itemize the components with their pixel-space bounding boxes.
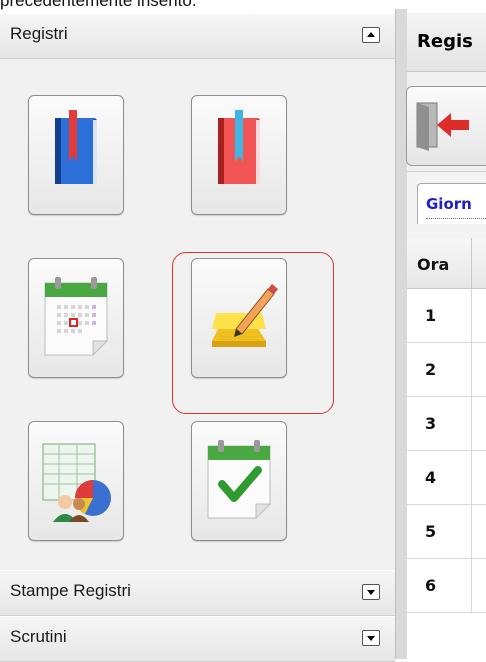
section-stampe-registri-header[interactable]: Stampe Registri xyxy=(0,570,395,616)
registro-classe-button[interactable] xyxy=(28,95,124,215)
table-row[interactable]: 2 xyxy=(407,343,486,397)
section-registri-header[interactable]: Registri xyxy=(0,13,395,59)
tab-bar: Giorn xyxy=(407,172,486,238)
registro-professore-button[interactable] xyxy=(191,95,287,215)
statistiche-button[interactable] xyxy=(28,421,124,541)
row-label: 4 xyxy=(425,468,437,487)
section-scrutini-title: Scrutini xyxy=(10,627,67,646)
tab-giornale-label: Giorn xyxy=(426,195,472,213)
row-label: 2 xyxy=(425,360,437,379)
calendario-button[interactable] xyxy=(28,258,124,378)
section-scrutini-header[interactable]: Scrutini xyxy=(0,616,395,662)
table-row[interactable]: 6 xyxy=(407,559,486,613)
page-title: Regis xyxy=(417,31,473,52)
exit-button[interactable] xyxy=(406,86,486,166)
toolbar xyxy=(406,72,486,172)
table-row[interactable]: 1 xyxy=(407,289,486,343)
table-cell: 3 xyxy=(407,397,472,450)
header-cell-ora[interactable]: Ora xyxy=(407,238,472,288)
row-label: 3 xyxy=(425,414,437,433)
registro-classe-icon xyxy=(55,110,97,184)
section-registri-title: Registri xyxy=(10,24,68,43)
tab-giornale[interactable]: Giorn xyxy=(417,183,486,224)
table-cell: 1 xyxy=(407,289,472,342)
calendario-icon xyxy=(44,277,109,357)
collapse-icon[interactable] xyxy=(362,27,380,43)
expand-icon[interactable] xyxy=(362,584,380,600)
header-ora-label: Ora xyxy=(417,255,450,274)
main-header: Regis xyxy=(407,13,486,72)
table-row[interactable]: 4 xyxy=(407,451,486,505)
main-panel: Regis Giorn Ora 1 2 3 4 5 6 xyxy=(406,9,486,659)
sidebar-panel: Registri Stampe Registri Scrutini xyxy=(0,13,396,662)
table-row[interactable]: 3 xyxy=(407,397,486,451)
table-cell: 4 xyxy=(407,451,472,504)
table-row[interactable]: 5 xyxy=(407,505,486,559)
row-label: 1 xyxy=(425,306,437,325)
tab-focus-dots xyxy=(426,218,486,219)
selected-highlight xyxy=(172,252,334,414)
table-cell: 2 xyxy=(407,343,472,396)
table-cell: 5 xyxy=(407,505,472,558)
calendario-check-button[interactable] xyxy=(191,421,287,541)
table-cell: 6 xyxy=(407,559,472,612)
table-header: Ora xyxy=(407,238,486,289)
statistiche-icon xyxy=(42,443,111,522)
expand-icon[interactable] xyxy=(362,630,380,646)
row-label: 5 xyxy=(425,522,437,541)
row-label: 6 xyxy=(425,576,437,595)
exit-door-icon xyxy=(416,102,469,151)
section-stampe-registri-title: Stampe Registri xyxy=(10,581,131,600)
calendario-check-icon xyxy=(207,440,272,520)
registro-professore-icon xyxy=(218,110,260,184)
